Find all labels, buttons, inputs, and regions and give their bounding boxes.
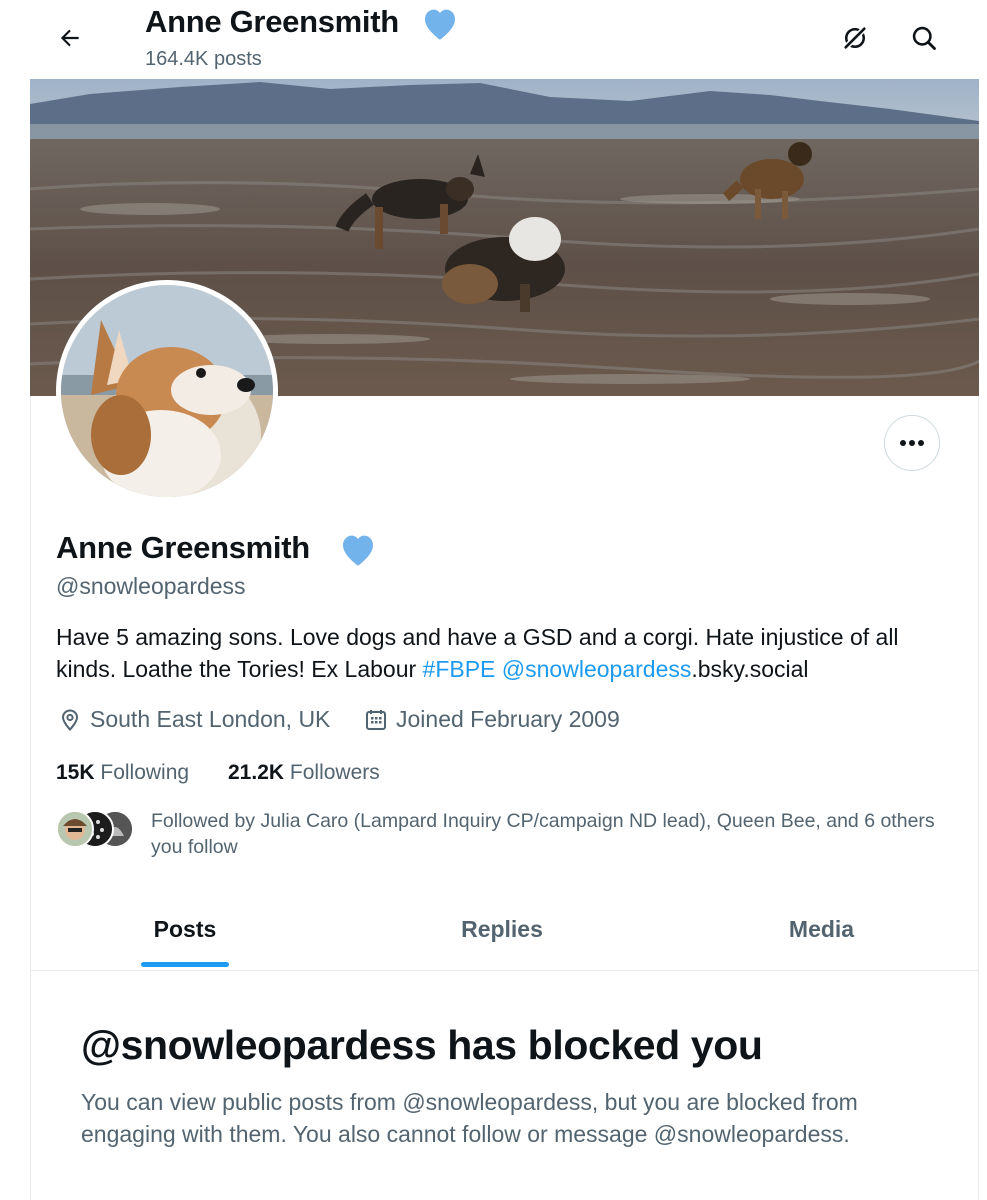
following-link[interactable]: 15K Following	[56, 761, 189, 785]
profile-bio: Have 5 amazing sons. Love dogs and have …	[56, 621, 956, 685]
tab-posts[interactable]: Posts	[30, 890, 340, 969]
location-icon	[61, 708, 79, 731]
profile-location: South East London, UK	[58, 706, 330, 733]
header-post-count: 164.4K posts	[145, 48, 262, 70]
followed-by-text[interactable]: Followed by Julia Caro (Lampard Inquiry …	[151, 808, 951, 860]
top-header: Anne Greensmith 164.4K posts	[0, 0, 987, 80]
location-text: South East London, UK	[90, 706, 331, 732]
back-button[interactable]	[50, 18, 90, 58]
profile-joined: Joined February 2009	[364, 706, 620, 733]
profile-name: Anne Greensmith	[56, 530, 310, 565]
profile-tabs: Posts Replies Media	[30, 890, 979, 971]
blocked-message: You can view public posts from @snowleop…	[81, 1089, 858, 1147]
search-button[interactable]	[904, 18, 944, 58]
blocked-title: @snowleopardess has blocked you	[81, 1022, 763, 1068]
followed-by-avatars[interactable]	[56, 810, 136, 848]
calendar-icon	[366, 709, 386, 730]
back-arrow-icon	[60, 29, 79, 47]
tab-posts-label: Posts	[153, 916, 217, 942]
active-tab-indicator	[141, 962, 229, 967]
grok-button[interactable]	[835, 18, 875, 58]
followers-link[interactable]: 21.2K Followers	[228, 761, 380, 785]
profile-avatar[interactable]	[56, 280, 278, 502]
tab-media-label: Media	[788, 916, 855, 942]
bio-mention-link[interactable]: @snowleopardess	[502, 656, 692, 682]
tab-media[interactable]: Media	[664, 890, 979, 969]
grok-icon	[842, 25, 868, 51]
tab-replies-label: Replies	[461, 916, 543, 942]
followers-label: Followers	[289, 761, 380, 784]
joined-text: Joined February 2009	[396, 706, 620, 732]
more-icon	[900, 440, 924, 446]
tab-replies[interactable]: Replies	[340, 890, 664, 969]
header-title: Anne Greensmith	[145, 4, 399, 39]
followers-count: 21.2K	[228, 761, 285, 784]
more-options-button[interactable]	[884, 415, 940, 471]
following-label: Following	[100, 761, 190, 784]
search-icon	[912, 26, 936, 50]
follower-avatar	[56, 810, 94, 848]
following-count: 15K	[56, 761, 95, 784]
bio-hashtag-link[interactable]: #FBPE	[423, 656, 496, 682]
verified-heart-icon	[338, 530, 378, 573]
profile-handle: @snowleopardess	[56, 573, 246, 599]
verified-heart-icon	[420, 4, 460, 47]
bio-text-suffix: .bsky.social	[691, 656, 809, 682]
